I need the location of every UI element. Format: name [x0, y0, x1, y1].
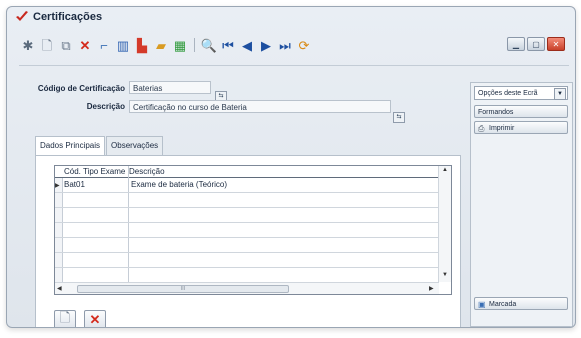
nav-next-icon[interactable]: ▶ — [259, 38, 273, 52]
nav-prev-icon[interactable]: ◀ — [240, 38, 254, 52]
table-row-empty[interactable] — [55, 238, 438, 253]
marcada-label: Marcada — [489, 301, 517, 308]
export-icon[interactable]: ▰ — [154, 38, 168, 52]
vertical-scrollbar[interactable]: ▲ ▼ — [438, 166, 451, 282]
close-button[interactable]: ✕ — [547, 37, 565, 51]
options-select[interactable]: Opções deste Ecrã ▼ — [474, 86, 568, 100]
scroll-left-icon[interactable]: ◀ — [57, 285, 62, 292]
new-doc-icon[interactable]: 🗋 — [40, 38, 54, 52]
header-divider — [19, 65, 569, 66]
options-panel: Opções deste Ecrã ▼ Formandos ⎙ Imprimir… — [470, 82, 573, 327]
row-description-cell[interactable]: Exame de bateria (Teórico) — [131, 180, 227, 189]
imprimir-label: Imprimir — [489, 125, 515, 132]
delete-row-button[interactable]: ✕ — [84, 310, 106, 327]
description-field[interactable]: Certificação no curso de Bateria — [129, 100, 391, 113]
tab-panel: Cód. Tipo Exame Descrição ▶ Bat01 Exame … — [35, 155, 461, 327]
table-row-empty[interactable] — [55, 268, 438, 283]
tool-icon[interactable]: ⌐ — [97, 38, 111, 52]
delete-icon: ✕ — [89, 312, 101, 327]
add-row-button[interactable]: 🗋 — [54, 310, 76, 327]
delete-icon[interactable]: ✕ — [78, 38, 92, 52]
tab-observacoes[interactable]: Observações — [106, 136, 164, 155]
window-title: Certificações — [33, 11, 103, 23]
horizontal-scroll-thumb[interactable]: III — [77, 285, 289, 293]
table-row-empty[interactable] — [55, 193, 438, 208]
tab-dados-principais[interactable]: Dados Principais — [35, 136, 106, 156]
refresh-icon[interactable]: ⟳ — [297, 38, 311, 52]
toolbar: ✱ 🗋 ⧉ ✕ ⌐ ▥ ▙ ▰ ▦ 🔍 ⏮ ◀ ▶ ⏭ ⟳ — [21, 34, 311, 56]
minimize-button[interactable]: ▁ — [507, 37, 525, 51]
title-bar: Certificações — [7, 7, 575, 29]
scroll-up-icon[interactable]: ▲ — [442, 167, 448, 173]
marcada-button[interactable]: ▣ Marcada — [474, 297, 568, 310]
code-label: Código de Certificação — [37, 84, 125, 93]
horizontal-scrollbar[interactable]: ◀ III ▶ — [55, 282, 439, 294]
options-select-label: Opções deste Ecrã — [478, 90, 538, 97]
code-field[interactable]: Baterias — [129, 81, 211, 94]
row-indicator — [55, 223, 63, 237]
row-indicator — [55, 208, 63, 222]
nav-last-icon[interactable]: ⏭ — [278, 38, 292, 52]
printer-icon: ⎙ — [478, 124, 485, 133]
scroll-right-icon[interactable]: ▶ — [429, 285, 434, 292]
formandos-button[interactable]: Formandos — [474, 105, 568, 118]
row-indicator — [55, 238, 63, 252]
window-controls: ▁ ▢ ✕ — [507, 37, 565, 51]
column-header-description[interactable]: Descrição — [129, 167, 165, 176]
nav-first-icon[interactable]: ⏮ — [221, 38, 235, 52]
row-code-cell[interactable]: Bat01 — [64, 180, 85, 189]
column-header-code[interactable]: Cód. Tipo Exame — [64, 167, 125, 176]
row-indicator — [55, 253, 63, 267]
scroll-down-icon[interactable]: ▼ — [442, 272, 448, 278]
row-indicator — [55, 268, 63, 282]
maximize-button[interactable]: ▢ — [527, 37, 545, 51]
description-label: Descrição — [86, 102, 125, 111]
description-expand-button[interactable]: ⇆ — [393, 112, 405, 123]
flag-icon[interactable]: ▙ — [135, 38, 149, 52]
table-row-empty[interactable] — [55, 208, 438, 223]
print-preview-icon[interactable]: 🔍 — [201, 38, 217, 52]
calendar-icon: ▣ — [478, 300, 486, 309]
certificacoes-window: Certificações ✱ 🗋 ⧉ ✕ ⌐ ▥ ▙ ▰ ▦ 🔍 ⏮ ◀ ▶ … — [6, 6, 576, 328]
chevron-down-icon[interactable]: ▼ — [554, 88, 566, 100]
exam-grid: Cód. Tipo Exame Descrição ▶ Bat01 Exame … — [54, 165, 452, 295]
grid-header: Cód. Tipo Exame Descrição — [55, 166, 451, 178]
copy-doc-icon[interactable]: ⧉ — [59, 38, 73, 52]
grid-icon[interactable]: ▦ — [173, 38, 187, 52]
table-row-empty[interactable] — [55, 253, 438, 268]
new-doc-icon: 🗋 — [59, 310, 71, 325]
toolbar-separator — [194, 38, 195, 52]
chart-icon[interactable]: ▥ — [116, 38, 130, 52]
table-row-empty[interactable] — [55, 223, 438, 238]
current-row-arrow-icon: ▶ — [55, 183, 60, 189]
tab-bar: Dados Principais Observações — [35, 136, 164, 156]
table-row[interactable]: ▶ Bat01 Exame de bateria (Teórico) — [55, 178, 438, 193]
imprimir-button[interactable]: ⎙ Imprimir — [474, 121, 568, 134]
row-indicator — [55, 193, 63, 207]
settings-icon[interactable]: ✱ — [21, 38, 35, 52]
app-logo-icon — [16, 11, 28, 21]
